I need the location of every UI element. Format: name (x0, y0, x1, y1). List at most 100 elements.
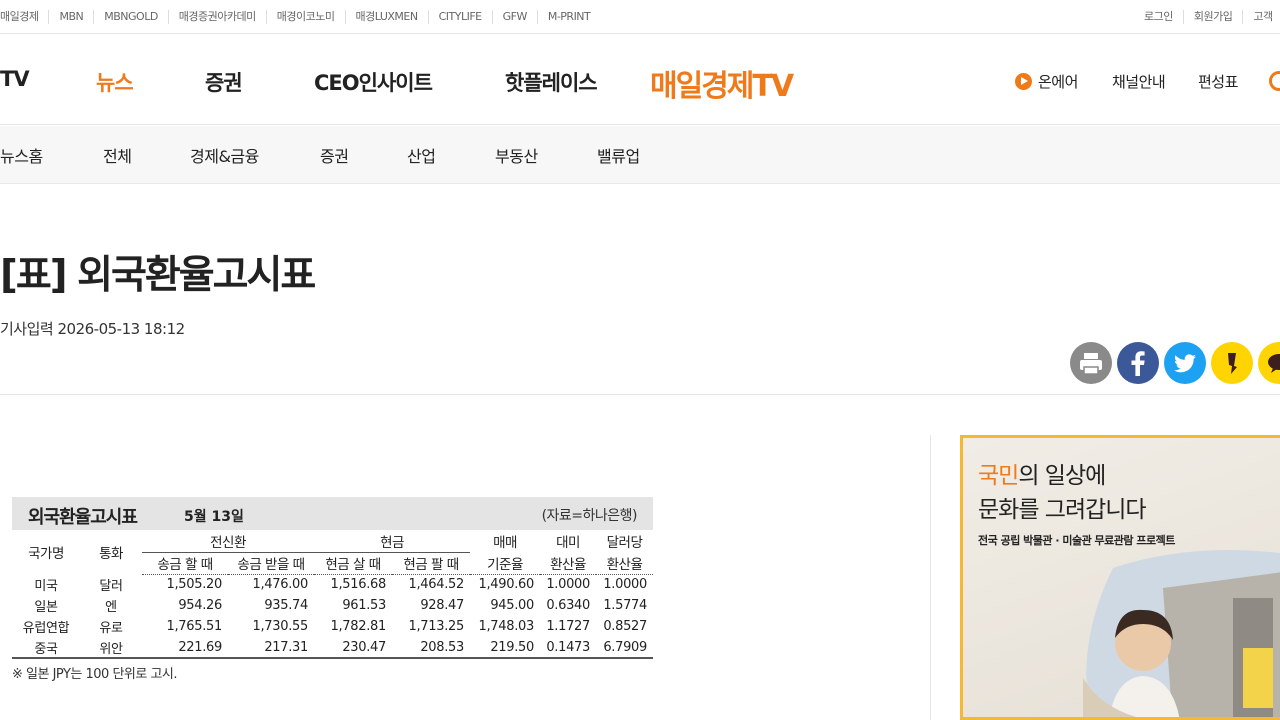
play-icon (1015, 73, 1032, 90)
util-link-gfw[interactable]: GFW (491, 10, 537, 24)
column-divider (930, 435, 931, 720)
cell-base-rate: 945.00 (490, 598, 534, 613)
col-cash-buy: 현금 살 때 (314, 552, 392, 575)
col-cash: 현금 (314, 530, 470, 553)
util-link-economy[interactable]: 매경이코노미 (265, 10, 345, 24)
col-base-2: 기준율 (470, 552, 540, 575)
cell-currency: 유로 (99, 621, 123, 636)
family-site-links: 매일경제 MBN MBNGOLD 매경증권아카데미 매경이코노미 매경LUXME… (0, 0, 600, 34)
util-link-citylife[interactable]: CITYLIFE (427, 10, 492, 24)
print-icon[interactable] (1070, 342, 1112, 384)
schedule-link[interactable]: 편성표 (1198, 71, 1238, 92)
banner-highlight: 국민 (978, 463, 1019, 489)
util-link-mprint[interactable]: M-PRINT (536, 10, 600, 24)
cell-cash-sell: 1,713.25 (408, 619, 465, 634)
col-per-usd-1: 달러당 (606, 535, 643, 551)
nav-news[interactable]: 뉴스 (96, 67, 134, 97)
col-wire-recv: 송금 받을 때 (228, 552, 314, 575)
subnav-all[interactable]: 전체 (103, 143, 132, 167)
subnav-valueup[interactable]: 밸류업 (597, 143, 640, 167)
cell-usd-rate: 1.1727 (546, 619, 590, 634)
rate-row: 미국 달러 1,505.20 1,476.00 1,516.68 1,464.52 1,49… (12, 574, 653, 595)
cell-usd-rate: 0.1473 (540, 637, 596, 659)
customer-link[interactable]: 고객 (1242, 10, 1280, 24)
cell-usd-rate: 1.0000 (546, 577, 590, 593)
subnav-realestate[interactable]: 부동산 (495, 143, 538, 167)
cell-wire-recv: 1,476.00 (252, 577, 309, 593)
cell-country: 유럽연합 (22, 621, 70, 636)
util-link-luxmen[interactable]: 매경LUXMEN (344, 10, 428, 24)
cell-cash-buy: 1,782.81 (330, 619, 387, 634)
subnav-industry[interactable]: 산업 (407, 143, 436, 167)
banner-headline-2: 문화를 그려갑니다 (978, 497, 1147, 523)
rate-table-body: 미국 달러 1,505.20 1,476.00 1,516.68 1,464.52 1,49… (12, 574, 653, 659)
cell-wire-send: 1,765.51 (166, 619, 223, 634)
search-icon[interactable] (1269, 71, 1280, 91)
signup-link[interactable]: 회원가입 (1182, 10, 1242, 24)
banner-headline-1: 국민의 일상에 (978, 456, 1106, 490)
cell-country: 일본 (34, 600, 58, 615)
cell-wire-send: 1,505.20 (166, 577, 223, 593)
nav-stock[interactable]: 증권 (205, 67, 243, 97)
col-usd-1: 대미 (556, 535, 580, 551)
nav-hotplace[interactable]: 핫플레이스 (505, 67, 598, 97)
col-cash-sell: 현금 팔 때 (392, 552, 470, 575)
cell-wire-send: 221.69 (142, 637, 228, 659)
cell-per-usd-rate: 1.0000 (603, 577, 647, 593)
cell-currency: 달러 (99, 579, 123, 594)
col-wire-send: 송금 할 때 (142, 552, 228, 575)
article-title: [표] 외국환율고시표 (0, 253, 316, 298)
channel-guide-link[interactable]: 채널안내 (1112, 71, 1166, 92)
nav-ceo-insight[interactable]: CEO인사이트 (314, 67, 433, 97)
article-date: 기사입력 2026-05-13 18:12 (0, 318, 185, 339)
kakaostory-icon[interactable] (1211, 342, 1253, 384)
col-currency: 통화 (99, 546, 123, 562)
site-logo[interactable]: 매일경제TV (650, 61, 794, 105)
util-link-mk[interactable]: 매일경제 (0, 10, 48, 24)
subnav-news-home[interactable]: 뉴스홈 (0, 143, 43, 167)
banner-headline-rest: 의 일상에 (1018, 463, 1106, 489)
cell-base-rate: 219.50 (470, 637, 540, 659)
cell-usd-rate: 0.6340 (546, 598, 590, 613)
cell-per-usd-rate: 1.5774 (603, 598, 647, 613)
utility-bar: 매일경제 MBN MBNGOLD 매경증권아카데미 매경이코노미 매경LUXME… (0, 0, 1280, 34)
nav-tv[interactable]: TV (0, 67, 30, 91)
cell-wire-send: 954.26 (178, 598, 222, 613)
col-base-1: 매매 (493, 535, 517, 551)
subnav-economy-finance[interactable]: 경제&금융 (190, 143, 259, 167)
cell-cash-buy: 230.47 (314, 637, 392, 659)
banner-illustration (1083, 550, 1280, 717)
exchange-rate-table-image: 외국환율고시표 5월 13일 (자료=하나은행) 국가명 통화 전신환 현금 매… (12, 497, 653, 682)
cell-country: 중국 (12, 637, 80, 659)
cell-currency: 엔 (105, 600, 117, 615)
cell-wire-recv: 935.74 (264, 598, 308, 613)
subnav-stock[interactable]: 증권 (320, 143, 349, 167)
cell-cash-buy: 961.53 (342, 598, 386, 613)
facebook-icon[interactable] (1117, 342, 1159, 384)
cell-cash-buy: 1,516.68 (330, 577, 387, 593)
cell-wire-recv: 217.31 (228, 637, 314, 659)
kakaotalk-icon[interactable] (1258, 342, 1280, 384)
cell-per-usd-rate: 0.8527 (603, 619, 647, 634)
rate-table-date: 5월 13일 (184, 509, 244, 525)
util-link-academy[interactable]: 매경증권아카데미 (167, 10, 266, 24)
rate-row: 일본 엔 954.26 935.74 961.53 928.47 945.00 0.6340 1… (12, 595, 653, 616)
rate-table: 국가명 통화 전신환 현금 매매 대미 달러당 송금 할 때 송금 받을 때 현… (12, 530, 653, 659)
util-link-mbngold[interactable]: MBNGOLD (93, 10, 168, 24)
onair-link[interactable]: 온에어 (1038, 71, 1078, 92)
cell-per-usd-rate: 6.7909 (596, 637, 653, 659)
col-per-usd-2: 환산율 (596, 552, 653, 575)
ad-banner[interactable]: 국민의 일상에 문화를 그려갑니다 전국 공립 박물관 · 미술관 무료관람 프… (960, 435, 1280, 720)
rate-row: 중국 위안 221.69 217.31 230.47 208.53 219.50 0.1473… (12, 637, 653, 659)
cell-cash-sell: 928.47 (420, 598, 464, 613)
login-link[interactable]: 로그인 (1134, 10, 1183, 24)
util-link-mbn[interactable]: MBN (48, 10, 93, 24)
col-wire: 전신환 (142, 530, 314, 553)
date-value: 2026-05-13 18:12 (57, 320, 185, 338)
rate-table-source: (자료=하나은행) (541, 508, 638, 524)
twitter-icon[interactable] (1164, 342, 1206, 384)
col-country: 국가명 (28, 546, 64, 562)
rate-table-header: 외국환율고시표 5월 13일 (자료=하나은행) (12, 497, 653, 530)
col-usd-2: 환산율 (540, 552, 596, 575)
cell-base-rate: 1,490.60 (478, 577, 535, 593)
